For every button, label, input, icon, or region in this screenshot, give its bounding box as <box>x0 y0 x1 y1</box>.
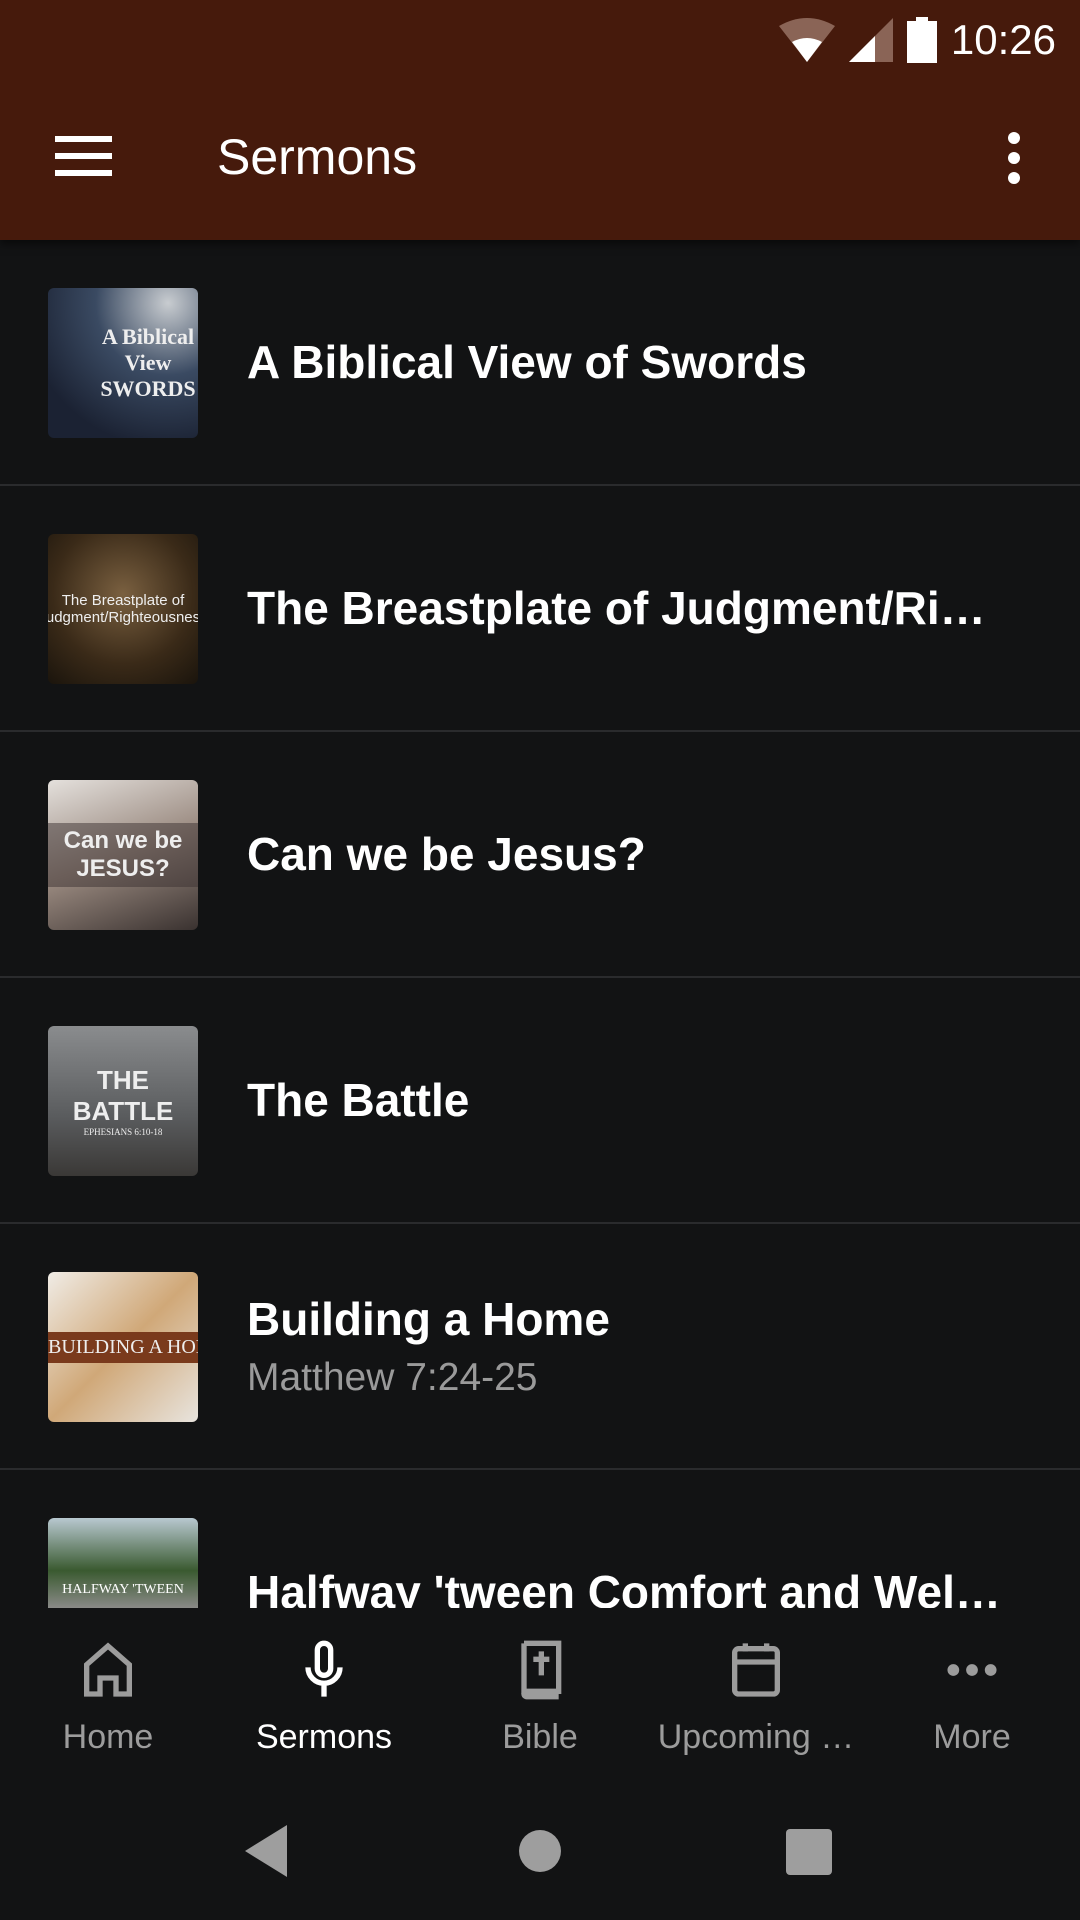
calendar-icon <box>732 1643 780 1697</box>
sermon-thumbnail: Can we be JESUS? <box>48 780 198 930</box>
home-icon <box>84 1642 132 1697</box>
signal-icon <box>848 18 893 62</box>
list-item[interactable]: A Biblical View SWORDS A Biblical View o… <box>0 240 1080 486</box>
nav-upcoming[interactable]: Upcoming … <box>648 1608 864 1785</box>
sermon-list[interactable]: A Biblical View SWORDS A Biblical View o… <box>0 240 1080 1608</box>
nav-more[interactable]: More <box>864 1608 1080 1785</box>
sermon-title: A Biblical View of Swords <box>247 336 807 388</box>
sermon-title: Halfway 'tween Comfort and Wel… <box>247 1566 1001 1608</box>
sermon-thumbnail: The Breastplate of Judgment/Righteousnes… <box>48 534 198 684</box>
app-bar: 10:26 Sermons <box>0 0 1080 240</box>
status-bar: 10:26 <box>778 14 1056 66</box>
sermon-thumbnail: HALFWAY 'TWEEN <box>48 1518 198 1608</box>
nav-bible[interactable]: Bible <box>432 1608 648 1785</box>
sermon-thumbnail: THE BATTLE EPHESIANS 6:10-18 <box>48 1026 198 1176</box>
home-circle-icon[interactable] <box>518 1829 562 1873</box>
hamburger-icon[interactable] <box>55 136 112 176</box>
list-item[interactable]: BUILDING A HOME Building a Home Matthew 7… <box>0 1224 1080 1470</box>
more-horiz-icon <box>947 1664 997 1676</box>
sermon-title: Building a Home <box>247 1293 610 1345</box>
sermon-title: The Battle <box>247 1074 470 1126</box>
sermon-thumbnail: BUILDING A HOME <box>48 1272 198 1422</box>
recents-icon[interactable] <box>786 1829 832 1875</box>
list-item[interactable]: THE BATTLE EPHESIANS 6:10-18 The Battle <box>0 978 1080 1224</box>
sermon-title: The Breastplate of Judgment/Ri… <box>247 582 986 634</box>
clock: 10:26 <box>950 16 1056 63</box>
system-navigation-bar <box>0 1785 1080 1920</box>
sermon-thumbnail: A Biblical View SWORDS <box>48 288 198 438</box>
sermon-scripture: Matthew 7:24-25 <box>247 1356 538 1399</box>
sermon-title: Can we be Jesus? <box>247 828 646 880</box>
list-item[interactable]: The Breastplate of Judgment/Righteousnes… <box>0 486 1080 732</box>
nav-sermons[interactable]: Sermons <box>216 1608 432 1785</box>
wifi-icon <box>778 18 835 62</box>
list-item[interactable]: Can we be JESUS? Can we be Jesus? <box>0 732 1080 978</box>
bottom-navigation: Home Sermons Bible Upcoming … More <box>0 1608 1080 1785</box>
bible-icon <box>521 1640 562 1700</box>
more-vert-icon[interactable] <box>1000 132 1028 184</box>
nav-home[interactable]: Home <box>0 1608 216 1785</box>
back-icon[interactable] <box>245 1825 289 1877</box>
microphone-icon <box>305 1640 343 1697</box>
list-item[interactable]: HALFWAY 'TWEEN Halfway 'tween Comfort an… <box>0 1470 1080 1608</box>
page-title: Sermons <box>217 129 418 185</box>
battery-icon <box>906 17 937 63</box>
